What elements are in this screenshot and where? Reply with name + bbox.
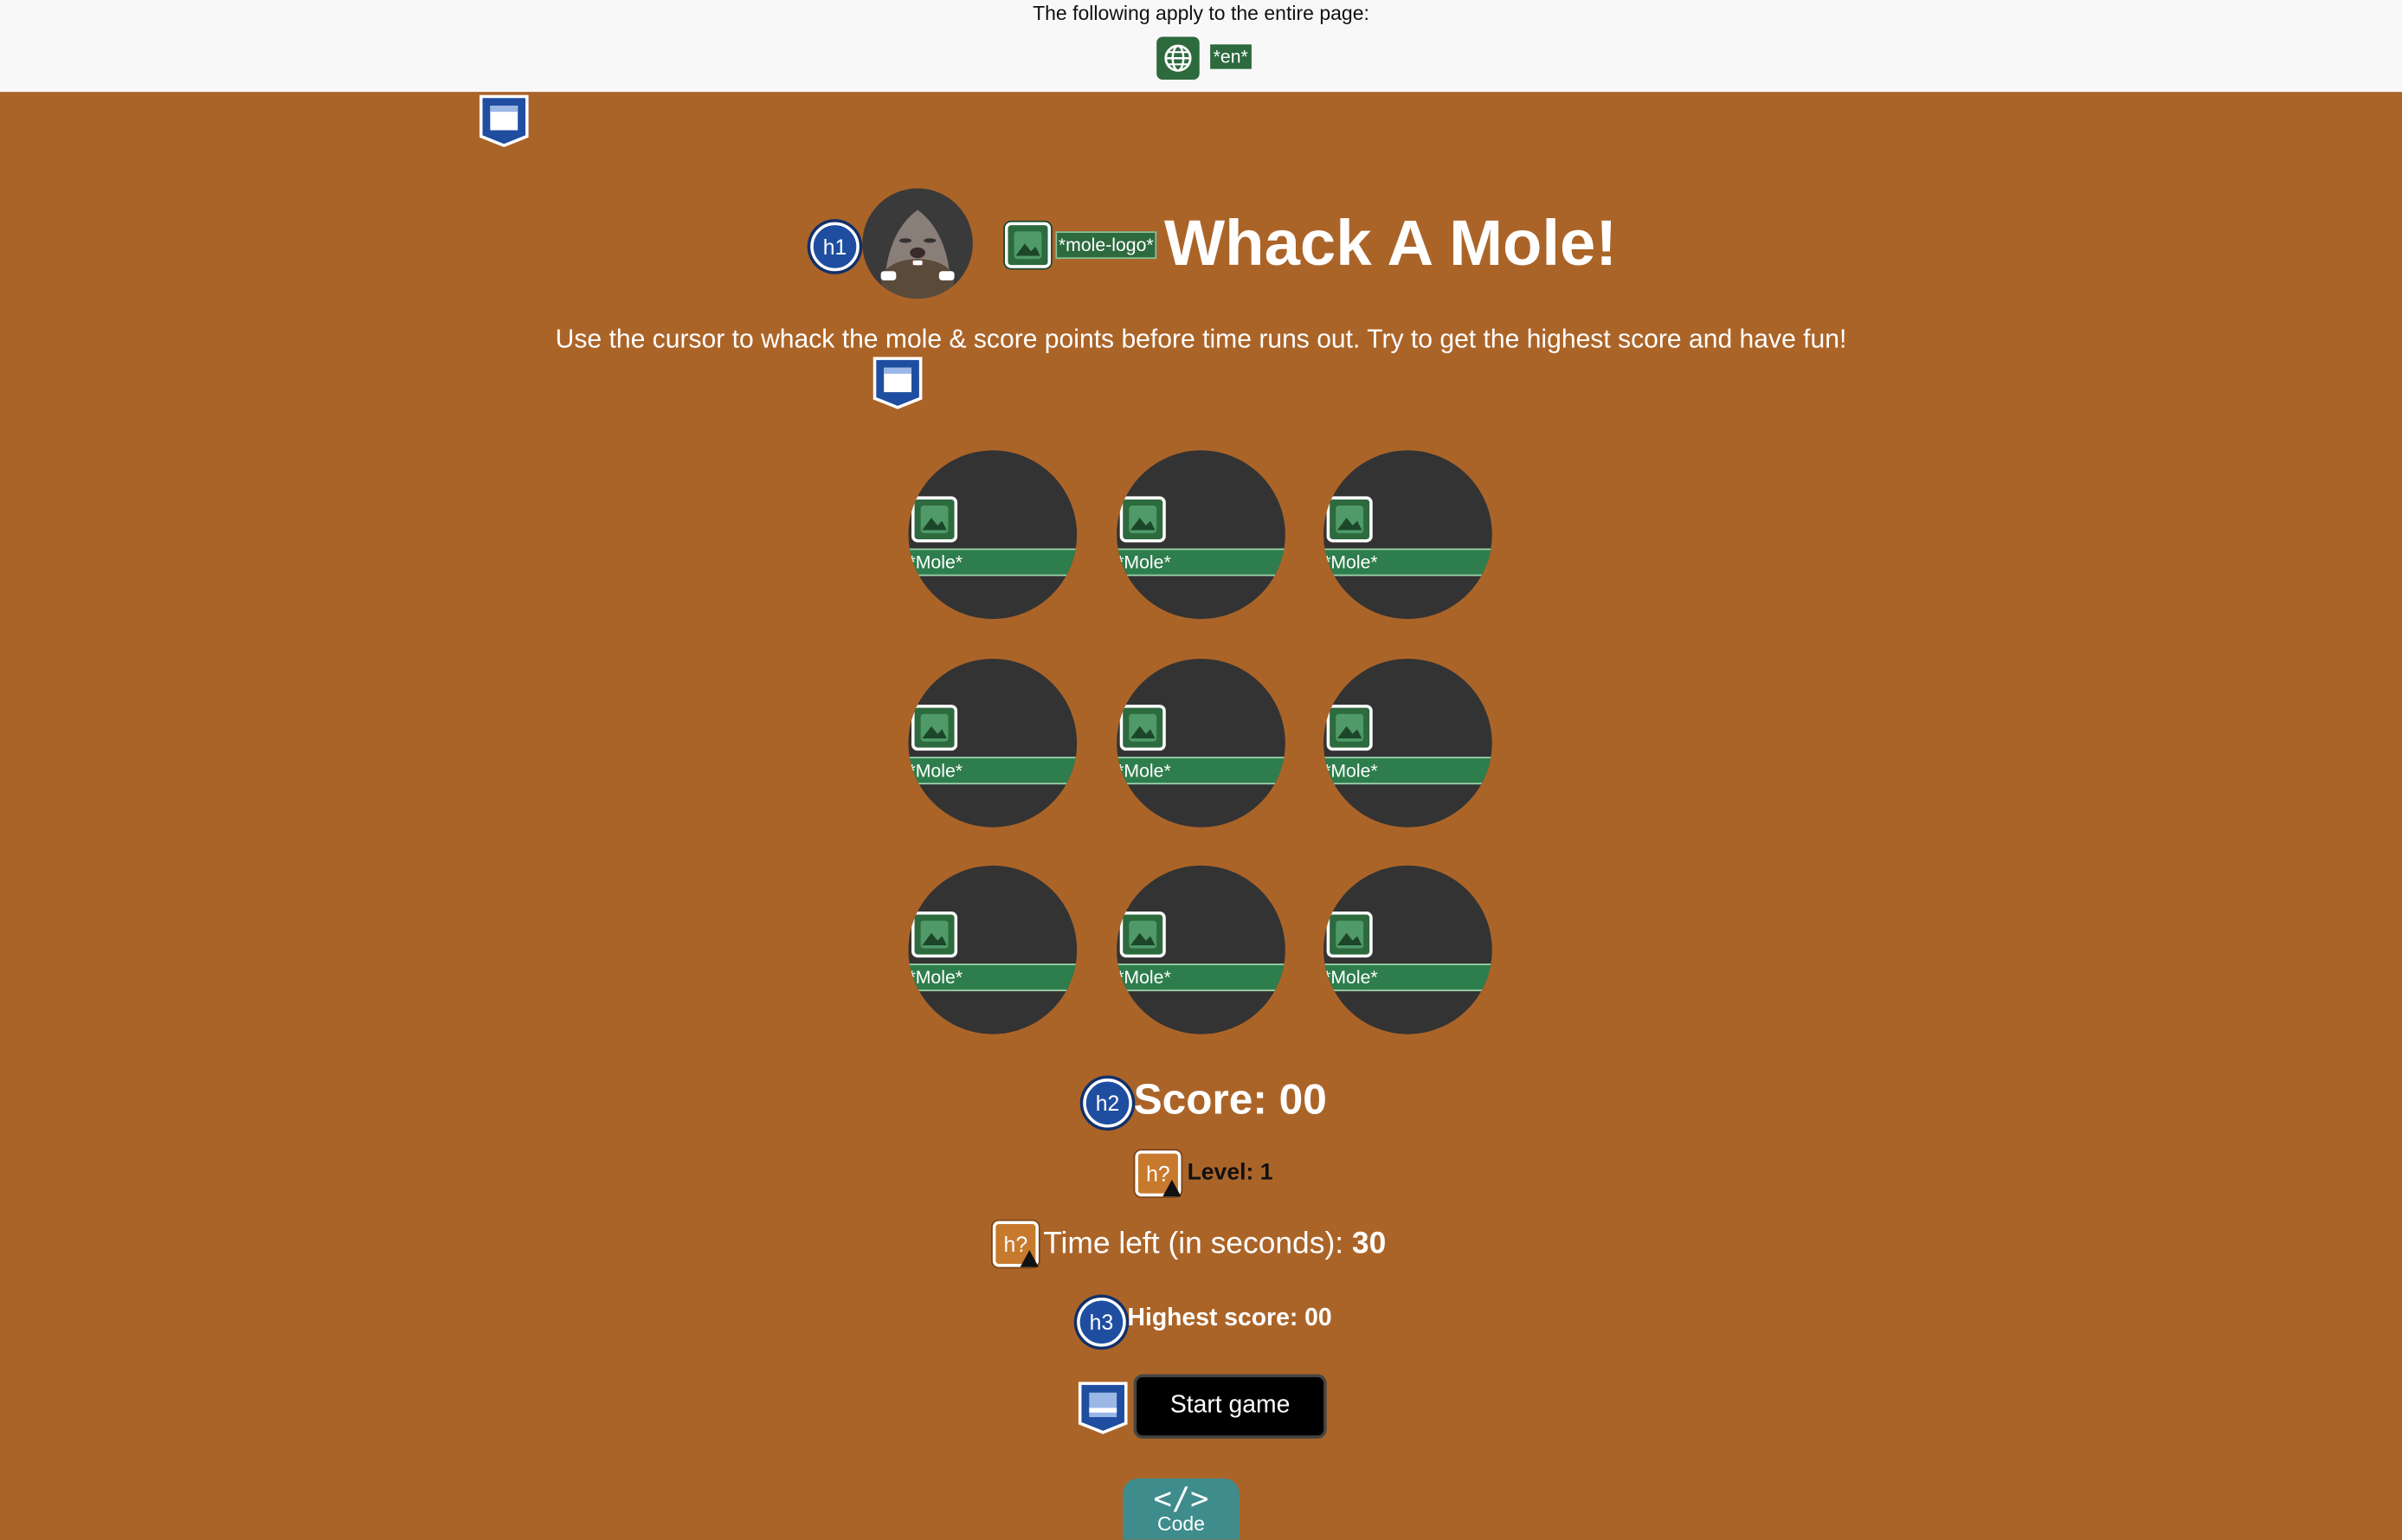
- mole-alt-tag: *Mole*: [1323, 548, 1492, 577]
- mole-hole[interactable]: *Mole*: [1117, 450, 1285, 619]
- score-label: Score:: [1133, 1075, 1279, 1124]
- mole-alt-tag: *Mole*: [908, 757, 1078, 785]
- level-value: 1: [1259, 1159, 1273, 1186]
- mole-hole[interactable]: *Mole*: [1323, 450, 1492, 619]
- warning-icon: [1020, 1250, 1039, 1267]
- mole-alt-tag: *Mole*: [1117, 757, 1285, 785]
- image-icon: [1326, 912, 1373, 958]
- code-icon: </>: [1153, 1479, 1209, 1517]
- heading-level-badge: h1: [810, 222, 860, 272]
- image-icon: [1004, 222, 1052, 268]
- region-landmark-icon: [1078, 1382, 1128, 1434]
- image-icon: [1326, 705, 1373, 751]
- image-icon: [911, 496, 958, 543]
- highest-label: Highest score:: [1127, 1305, 1305, 1331]
- language-tag: *en*: [1210, 44, 1252, 69]
- image-icon: [911, 705, 958, 751]
- heading-level-badge: h2: [1083, 1078, 1132, 1128]
- heading-level-badge: h3: [1077, 1297, 1126, 1347]
- time-value: 30: [1351, 1227, 1387, 1261]
- mole-alt-tag: *Mole*: [908, 963, 1078, 992]
- time-left-display: Time left (in seconds): 30: [1043, 1222, 1386, 1266]
- time-label: Time left (in seconds):: [1043, 1227, 1352, 1261]
- region-landmark-icon: [479, 94, 529, 148]
- code-tab[interactable]: </> Code: [1123, 1478, 1240, 1540]
- start-game-button[interactable]: Start game: [1133, 1374, 1327, 1439]
- page: The following apply to the entire page: …: [0, 0, 2402, 1540]
- mole-hole[interactable]: *Mole*: [908, 659, 1078, 828]
- mole-hole[interactable]: *Mole*: [1323, 659, 1492, 828]
- mole-alt-tag: *Mole*: [1323, 963, 1492, 992]
- region-landmark-icon: [873, 357, 923, 409]
- mole-hole[interactable]: *Mole*: [908, 450, 1078, 619]
- mole-alt-tag: *Mole*: [908, 548, 1078, 577]
- image-icon: [1119, 496, 1166, 543]
- level-label: Level:: [1187, 1159, 1260, 1186]
- highest-value: 00: [1304, 1305, 1332, 1331]
- image-icon: [1119, 912, 1166, 958]
- image-icon: [1326, 496, 1373, 543]
- mole-alt-tag: *Mole*: [1117, 548, 1285, 577]
- score-display: Score: 00: [1134, 1073, 1327, 1128]
- globe-icon: [1156, 36, 1200, 81]
- highest-score-display: Highest score: 00: [1128, 1302, 1332, 1336]
- page-notice: The following apply to the entire page:: [1033, 1, 1369, 25]
- mole-alt-tag: *Mole*: [1117, 963, 1285, 992]
- image-icon: [911, 912, 958, 958]
- mole-hole[interactable]: *Mole*: [1117, 865, 1285, 1034]
- score-value: 00: [1278, 1075, 1327, 1124]
- image-icon: [1119, 705, 1166, 751]
- page-title: Whack A Mole!: [1164, 206, 1618, 280]
- mole-logo: [862, 188, 973, 300]
- instructions-text: Use the cursor to whack the mole & score…: [555, 325, 1847, 354]
- accessibility-info-bar: The following apply to the entire page: …: [0, 0, 2402, 93]
- mole-alt-tag: *Mole*: [1323, 757, 1492, 785]
- level-display: Level: 1: [1188, 1158, 1273, 1189]
- mole-hole[interactable]: *Mole*: [1117, 659, 1285, 828]
- warning-icon: [1162, 1179, 1182, 1197]
- logo-alt-tag: *mole-logo*: [1055, 231, 1157, 260]
- mole-hole[interactable]: *Mole*: [908, 865, 1078, 1034]
- mole-hole[interactable]: *Mole*: [1323, 865, 1492, 1034]
